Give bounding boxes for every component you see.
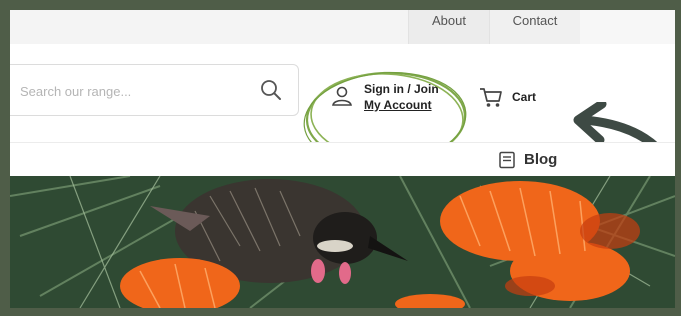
cart-link[interactable]: Cart (478, 84, 548, 110)
blog-icon (499, 151, 515, 169)
user-icon (332, 86, 352, 106)
header-row: Sign in / Join My Account Cart (10, 44, 675, 186)
account-link[interactable]: Sign in / Join My Account (330, 80, 450, 116)
frame-border: About Contact Sign in / Join My Account (0, 0, 681, 316)
search-box (10, 64, 299, 116)
my-account-label[interactable]: My Account (364, 98, 432, 112)
about-link[interactable]: About (408, 10, 490, 44)
sign-in-label: Sign in / Join (364, 82, 439, 96)
search-icon[interactable] (259, 78, 283, 102)
blog-link[interactable]: Blog (498, 150, 578, 172)
search-input[interactable] (18, 79, 242, 103)
contact-link[interactable]: Contact (490, 10, 581, 44)
utility-bar-spacer (580, 10, 675, 44)
blog-label: Blog (524, 151, 558, 168)
utility-bar: About Contact (10, 10, 675, 44)
nav-bar: Blog (10, 142, 675, 177)
website-screenshot: About Contact Sign in / Join My Account (10, 10, 675, 308)
cart-label: Cart (512, 90, 537, 104)
cart-icon (480, 88, 502, 107)
hero-image (10, 176, 675, 308)
